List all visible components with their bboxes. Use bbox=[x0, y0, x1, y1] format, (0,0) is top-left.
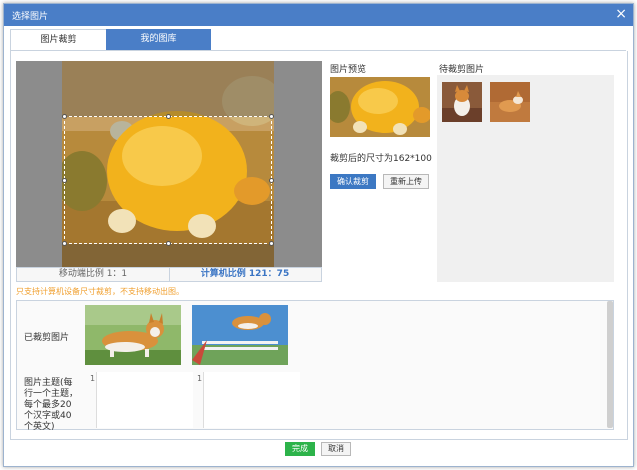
pending-thumb-corgi-sitting[interactable] bbox=[442, 82, 482, 122]
preview-image bbox=[330, 77, 430, 137]
confirm-crop-button[interactable]: 确认裁剪 bbox=[330, 174, 376, 189]
corgi-sitting-thumbnail bbox=[442, 82, 482, 122]
crop-handle-e[interactable] bbox=[269, 178, 274, 183]
corgi-lying-thumbnail bbox=[490, 82, 530, 122]
image-theme-label: 图片主题(每行一个主题，每个最多20个汉字或40个英文) bbox=[24, 378, 79, 432]
line-number: 1 bbox=[197, 374, 203, 383]
preview-label: 图片预览 bbox=[330, 65, 367, 75]
crop-handle-n[interactable] bbox=[166, 114, 171, 119]
crop-handle-ne[interactable] bbox=[269, 114, 274, 119]
vertical-scrollbar[interactable] bbox=[607, 301, 613, 428]
pending-thumb-corgi-lying[interactable] bbox=[490, 82, 530, 122]
image-theme-textarea-1[interactable]: 1 bbox=[90, 372, 193, 428]
crop-canvas[interactable] bbox=[16, 61, 322, 267]
mobile-ratio-option[interactable]: 移动端比例 1：1 bbox=[17, 268, 170, 281]
image-theme-textarea-2[interactable]: 1 bbox=[197, 372, 300, 428]
crop-selection-box[interactable] bbox=[62, 114, 274, 246]
crop-handle-w[interactable] bbox=[62, 178, 67, 183]
crop-size-text: 裁剪后的尺寸为162*100 bbox=[330, 154, 432, 164]
reupload-button[interactable]: 重新上传 bbox=[383, 174, 429, 189]
crop-handle-sw[interactable] bbox=[62, 241, 67, 246]
preview-thumbnail bbox=[330, 77, 430, 137]
cropped-image-corgi-standing[interactable] bbox=[85, 305, 181, 365]
crop-warning: 只支持计算机设备尺寸裁剪，不支持移动出图。 bbox=[16, 287, 184, 296]
crop-handle-s[interactable] bbox=[166, 241, 171, 246]
pending-label: 待裁剪图片 bbox=[439, 65, 485, 75]
crop-handle-nw[interactable] bbox=[62, 114, 67, 119]
crop-mask-top bbox=[62, 61, 274, 117]
pending-images-box bbox=[437, 75, 614, 282]
done-button[interactable]: 完成 bbox=[285, 442, 315, 456]
crop-mask-bottom bbox=[62, 244, 274, 267]
dialog-title: 选择图片 bbox=[12, 12, 49, 22]
tab-image-crop[interactable]: 图片裁剪 bbox=[10, 29, 107, 51]
cropped-images-label: 已裁剪图片 bbox=[24, 333, 70, 343]
tab-my-gallery[interactable]: 我的图库 bbox=[106, 29, 211, 50]
crop-handle-se[interactable] bbox=[269, 241, 274, 246]
line-number: 1 bbox=[90, 374, 96, 383]
close-icon[interactable]: × bbox=[615, 6, 627, 22]
title-bar: 选择图片 × bbox=[4, 4, 633, 26]
computer-ratio-option[interactable]: 计算机比例 121：75 bbox=[169, 268, 321, 281]
corgi-jumping-image bbox=[192, 305, 288, 365]
corgi-standing-image bbox=[85, 305, 181, 365]
cropped-image-corgi-jumping[interactable] bbox=[192, 305, 288, 365]
cancel-button[interactable]: 取消 bbox=[321, 442, 351, 456]
ratio-selector: 移动端比例 1：1 计算机比例 121：75 bbox=[16, 267, 322, 282]
